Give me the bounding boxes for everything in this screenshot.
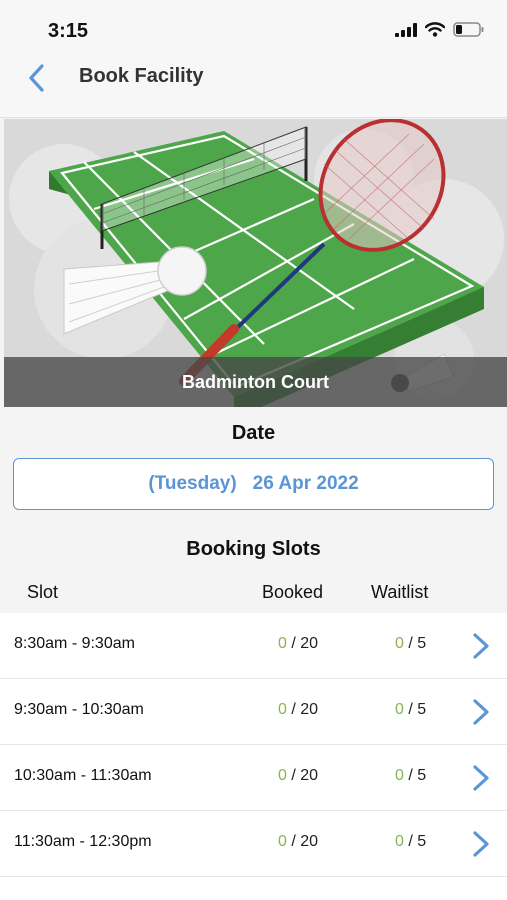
slot-booked: 0 / 20 — [278, 635, 318, 653]
slot-time: 11:30am - 12:30pm — [14, 833, 152, 850]
slot-waitlist: 0 / 5 — [395, 767, 426, 785]
nav-bar: Book Facility — [0, 56, 507, 118]
waitlist-count: 0 — [395, 701, 404, 718]
page-title: Book Facility — [79, 65, 204, 87]
facility-image: Badminton Court — [4, 119, 507, 407]
booked-count: 0 — [278, 767, 287, 784]
slot-waitlist: 0 / 5 — [395, 635, 426, 653]
booked-capacity: / 20 — [291, 635, 319, 652]
status-bar: 3:15 — [0, 0, 507, 56]
slot-row[interactable]: 9:30am - 10:30am 0 / 20 0 / 5 — [0, 679, 507, 745]
slot-waitlist: 0 / 5 — [395, 833, 426, 851]
facility-name: Badminton Court — [182, 371, 329, 392]
slot-list: 8:30am - 9:30am 0 / 20 0 / 5 9:30am - 10… — [0, 613, 507, 900]
chevron-right-icon[interactable] — [470, 632, 492, 660]
date-value: 26 Apr 2022 — [252, 473, 359, 494]
back-button[interactable] — [18, 60, 54, 96]
booked-capacity: / 20 — [291, 701, 319, 718]
battery-icon — [453, 22, 484, 37]
status-icons — [395, 22, 485, 37]
waitlist-capacity: / 5 — [408, 767, 427, 784]
slot-time: 9:30am - 10:30am — [14, 701, 144, 718]
date-weekday: (Tuesday) — [148, 473, 237, 494]
slot-row[interactable]: 11:30am - 12:30pm 0 / 20 0 / 5 — [0, 811, 507, 877]
slot-row-partial[interactable] — [0, 877, 507, 900]
date-section-title: Date — [231, 422, 276, 444]
slot-booked: 0 / 20 — [278, 833, 318, 851]
column-header-slot: Slot — [27, 582, 59, 602]
signal-icon — [395, 22, 417, 37]
date-picker[interactable]: (Tuesday) 26 Apr 2022 — [13, 458, 494, 510]
slot-booked: 0 / 20 — [278, 701, 318, 719]
booked-count: 0 — [278, 833, 287, 850]
facility-name-banner: Badminton Court — [4, 357, 507, 407]
booked-capacity: / 20 — [291, 767, 319, 784]
back-chevron-icon — [29, 64, 44, 92]
booked-count: 0 — [278, 635, 287, 652]
slot-row[interactable]: 10:30am - 11:30am 0 / 20 0 / 5 — [0, 745, 507, 811]
wifi-icon — [425, 22, 445, 37]
column-header-booked: Booked — [262, 582, 324, 602]
slots-section-title: Booking Slots — [186, 538, 321, 560]
booked-count: 0 — [278, 701, 287, 718]
slot-time: 10:30am - 11:30am — [14, 767, 152, 784]
waitlist-count: 0 — [395, 767, 404, 784]
waitlist-count: 0 — [395, 635, 404, 652]
chevron-right-icon[interactable] — [470, 698, 492, 726]
waitlist-capacity: / 5 — [408, 635, 427, 652]
waitlist-count: 0 — [395, 833, 404, 850]
slot-booked: 0 / 20 — [278, 767, 318, 785]
slot-row[interactable]: 8:30am - 9:30am 0 / 20 0 / 5 — [0, 613, 507, 679]
status-time: 3:15 — [48, 20, 89, 42]
booked-capacity: / 20 — [291, 833, 319, 850]
column-header-waitlist: Waitlist — [371, 582, 429, 602]
slot-waitlist: 0 / 5 — [395, 701, 426, 719]
waitlist-capacity: / 5 — [408, 833, 427, 850]
chevron-right-icon[interactable] — [470, 830, 492, 858]
waitlist-capacity: / 5 — [408, 701, 427, 718]
slot-time: 8:30am - 9:30am — [14, 635, 135, 652]
chevron-right-icon[interactable] — [470, 764, 492, 792]
